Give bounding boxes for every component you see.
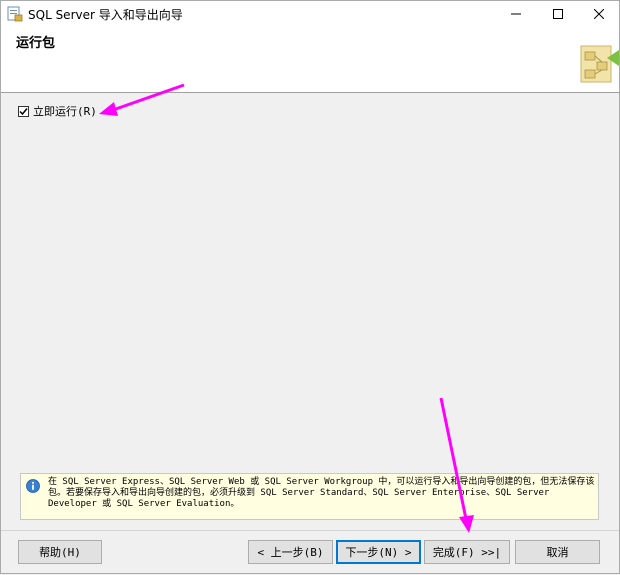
info-panel: 在 SQL Server Express、SQL Server Web 或 SQ… — [20, 473, 599, 520]
close-button[interactable] — [577, 1, 620, 26]
close-icon — [594, 8, 604, 19]
wizard-window: SQL Server 导入和导出向导 运行包 立即运行(R) 在 SQL Ser… — [0, 0, 620, 574]
maximize-button[interactable] — [536, 1, 580, 26]
window-title: SQL Server 导入和导出向导 — [28, 8, 183, 22]
run-immediately-option[interactable]: 立即运行(R) — [18, 103, 97, 119]
wizard-header: 运行包 — [1, 26, 619, 93]
minimize-button[interactable] — [494, 1, 538, 26]
minimize-icon — [511, 13, 521, 14]
footer-divider — [1, 530, 619, 531]
run-immediately-label: 立即运行(R) — [33, 105, 97, 118]
wizard-graphic-icon — [580, 45, 619, 83]
info-message: 在 SQL Server Express、SQL Server Web 或 SQ… — [48, 477, 595, 509]
run-immediately-checkbox[interactable] — [18, 105, 29, 117]
app-icon — [7, 6, 23, 22]
back-button[interactable]: < 上一步(B) — [248, 540, 333, 564]
info-icon — [26, 479, 40, 493]
maximize-icon — [553, 8, 563, 19]
cancel-button[interactable]: 取消 — [515, 540, 600, 564]
next-button[interactable]: 下一步(N) > — [336, 540, 421, 564]
finish-button[interactable]: 完成(F) >>| — [424, 540, 510, 564]
checkmark-icon — [19, 107, 28, 115]
title-bar[interactable]: SQL Server 导入和导出向导 — [1, 1, 619, 26]
page-title: 运行包 — [16, 36, 56, 51]
help-button[interactable]: 帮助(H) — [18, 540, 102, 564]
